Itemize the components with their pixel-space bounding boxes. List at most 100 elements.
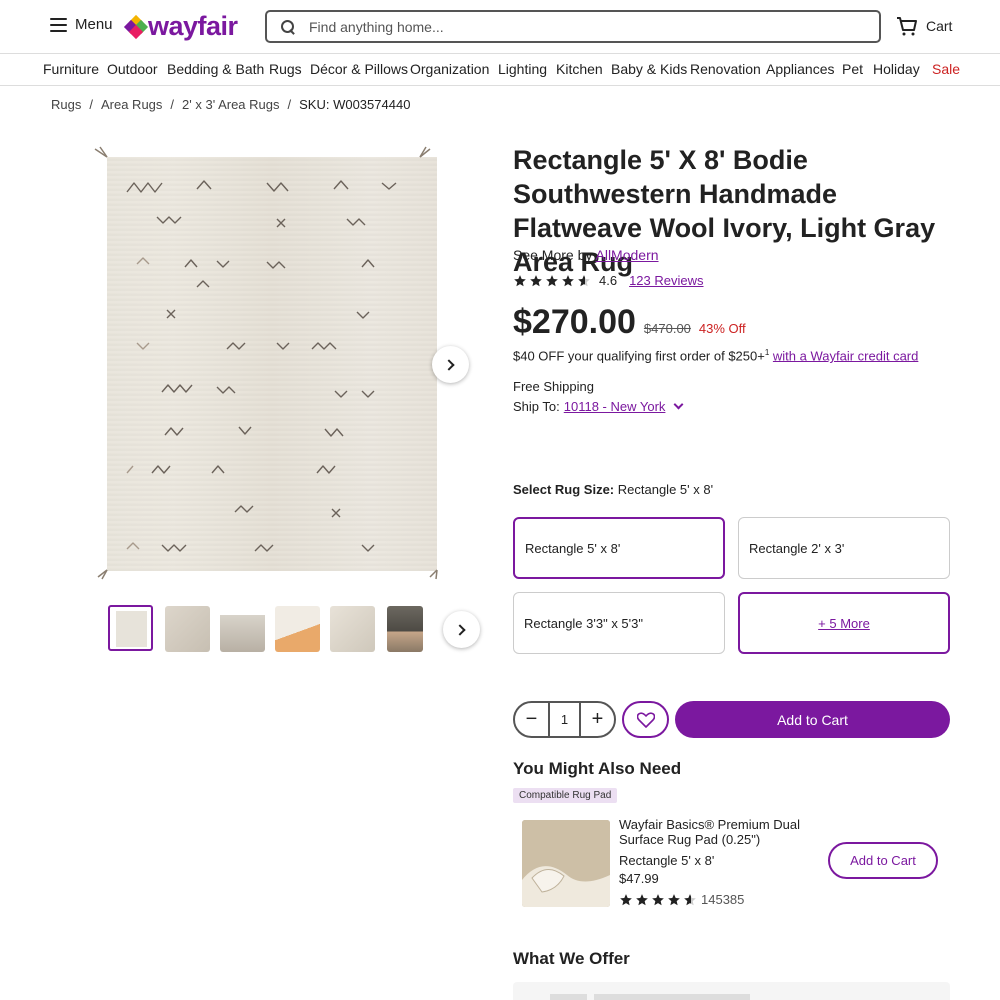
breadcrumb-separator: / <box>170 97 175 112</box>
current-price: $270.00 <box>513 303 636 341</box>
offer-placeholder <box>550 994 587 1000</box>
nav-item-furniture[interactable]: Furniture <box>43 61 99 77</box>
nav-item-appliances[interactable]: Appliances <box>766 61 835 77</box>
category-nav: Furniture Outdoor Bedding & Bath Rugs Dé… <box>0 54 1000 86</box>
chevron-down-icon[interactable] <box>673 399 684 410</box>
nav-item-outdoor[interactable]: Outdoor <box>107 61 158 77</box>
star-icon <box>578 274 590 286</box>
star-icon <box>546 274 558 286</box>
quantity-decrease-button[interactable]: − <box>515 703 548 736</box>
gallery-next-button[interactable] <box>432 346 469 383</box>
thumbnail-1[interactable] <box>108 605 153 651</box>
size-option-2x3[interactable]: Rectangle 2' x 3' <box>738 517 950 579</box>
product-sku: SKU: W003574440 <box>299 97 411 112</box>
nav-item-lighting[interactable]: Lighting <box>498 61 547 77</box>
size-more-options-button[interactable]: + 5 More <box>738 592 950 654</box>
rug-pad-review-count: 145385 <box>701 892 745 907</box>
size-selected-value: Rectangle 5' x 8' <box>617 482 714 497</box>
quantity-increase-button[interactable]: + <box>581 703 614 736</box>
credit-card-promo: $40 OFF your qualifying first order of $… <box>513 348 918 363</box>
offer-panel <box>513 982 950 1000</box>
nav-item-baby-kids[interactable]: Baby & Kids <box>611 61 687 77</box>
size-label-prefix: Select Rug Size: <box>513 482 615 497</box>
breadcrumb-rugs[interactable]: Rugs <box>51 97 81 112</box>
nav-item-sale[interactable]: Sale <box>932 61 960 77</box>
rug-pad-size: Rectangle 5' x 8' <box>619 853 715 868</box>
chevron-right-icon <box>443 359 455 371</box>
search-bar <box>265 10 881 43</box>
wayfair-logo[interactable]: wayfair <box>123 11 238 42</box>
hamburger-icon <box>50 17 67 32</box>
search-input[interactable] <box>309 18 849 35</box>
menu-label: Menu <box>75 16 113 33</box>
thumbnail-3[interactable] <box>220 606 265 652</box>
ship-to-label: Ship To: <box>513 399 560 414</box>
size-option-5x8[interactable]: Rectangle 5' x 8' <box>513 517 725 579</box>
nav-item-holiday[interactable]: Holiday <box>873 61 920 77</box>
cart-icon <box>897 17 917 36</box>
chevron-right-icon <box>454 624 466 636</box>
logo-pinwheel-icon <box>123 14 149 39</box>
star-icon <box>652 893 664 905</box>
nav-item-organization[interactable]: Organization <box>410 61 489 77</box>
thumbnail-4[interactable] <box>275 606 320 652</box>
rug-pad-rating: 145385 <box>619 892 744 907</box>
promo-footnote: 1 <box>764 348 770 357</box>
credit-card-link[interactable]: with a Wayfair credit card <box>773 348 918 363</box>
thumbnail-next-button[interactable] <box>443 611 480 648</box>
original-price: $470.00 <box>643 321 691 336</box>
star-rating-icon <box>513 274 591 288</box>
nav-item-rugs[interactable]: Rugs <box>269 61 302 77</box>
nav-item-decor-pillows[interactable]: Décor & Pillows <box>310 61 408 77</box>
see-more-prefix: See More by <box>513 247 593 263</box>
thumbnail-5[interactable] <box>330 606 375 652</box>
heart-icon <box>636 711 655 728</box>
nav-item-pet[interactable]: Pet <box>842 61 863 77</box>
you-might-also-need-heading: You Might Also Need <box>513 759 682 778</box>
product-rating: 4.6 123 Reviews <box>513 273 704 288</box>
star-rating-icon <box>619 893 697 907</box>
star-icon <box>620 893 632 905</box>
thumbnail-2[interactable] <box>165 606 210 652</box>
thumbnail-6[interactable] <box>387 606 423 652</box>
size-selector-label: Select Rug Size: Rectangle 5' x 8' <box>513 482 713 497</box>
add-to-cart-button[interactable]: Add to Cart <box>675 701 950 738</box>
rug-pad-add-to-cart-button[interactable]: Add to Cart <box>828 842 938 879</box>
star-icon <box>514 274 526 286</box>
rug-pad-image[interactable] <box>522 820 610 907</box>
cart-label: Cart <box>926 18 953 34</box>
rug-pad-price: $47.99 <box>619 871 659 886</box>
ship-to-location-link[interactable]: 10118 - New York <box>564 399 666 414</box>
offer-placeholder <box>594 994 750 1000</box>
logo-text: wayfair <box>148 11 238 41</box>
brand-link[interactable]: AllModern <box>596 247 659 263</box>
rating-value: 4.6 <box>599 273 618 288</box>
star-icon <box>530 274 542 286</box>
add-to-favorites-button[interactable] <box>622 701 669 738</box>
quantity-value[interactable]: 1 <box>548 703 581 736</box>
star-icon <box>668 893 680 905</box>
main-product-image[interactable] <box>107 157 437 571</box>
shipping-info: Free Shipping <box>513 379 594 394</box>
thumbnail-rug-image <box>116 611 147 647</box>
search-icon[interactable] <box>281 19 295 34</box>
breadcrumb-2x3-area-rugs[interactable]: 2' x 3' Area Rugs <box>182 97 279 112</box>
rug-pad-name[interactable]: Wayfair Basics® Premium Dual Surface Rug… <box>619 817 809 847</box>
cart-button[interactable]: Cart <box>896 16 952 36</box>
breadcrumb: Rugs / Area Rugs / 2' x 3' Area Rugs / S… <box>51 97 410 112</box>
breadcrumb-separator: / <box>287 97 292 112</box>
size-option-3-3x5-3[interactable]: Rectangle 3'3" x 5'3" <box>513 592 725 654</box>
discount-badge: 43% Off <box>698 321 746 336</box>
nav-item-kitchen[interactable]: Kitchen <box>556 61 603 77</box>
quantity-stepper: − 1 + <box>513 701 616 738</box>
nav-item-bedding-bath[interactable]: Bedding & Bath <box>167 61 264 77</box>
see-more-by: See More by AllModern <box>513 247 659 263</box>
rug-pattern <box>126 180 397 552</box>
compatible-rug-pad-badge: Compatible Rug Pad <box>513 788 618 803</box>
reviews-link[interactable]: 123 Reviews <box>629 273 703 288</box>
menu-button[interactable]: Menu <box>50 16 113 33</box>
promo-text: $40 OFF your qualifying first order of $… <box>513 348 765 364</box>
nav-item-renovation[interactable]: Renovation <box>690 61 761 77</box>
price-row: $270.00 $470.00 43% Off <box>513 303 746 342</box>
breadcrumb-area-rugs[interactable]: Area Rugs <box>101 97 162 112</box>
